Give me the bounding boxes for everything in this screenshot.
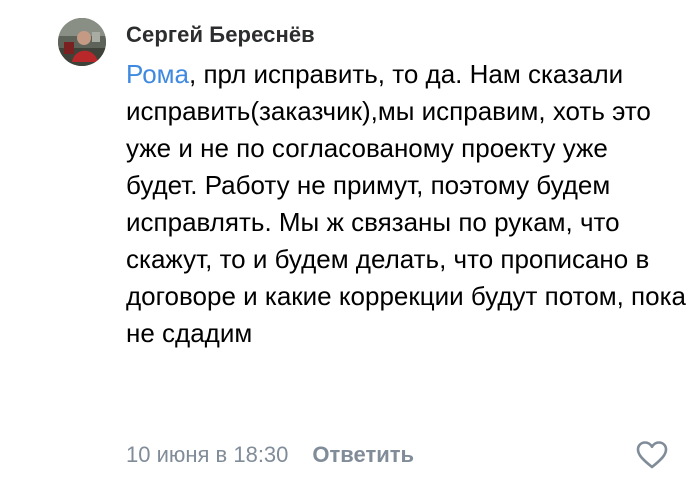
comment-author[interactable]: Сергей Береснёв — [126, 22, 315, 48]
mention-link[interactable]: Рома — [126, 59, 189, 89]
comment: Сергей Береснёв Рома, прл исправить, то … — [0, 0, 700, 501]
avatar-photo — [58, 18, 106, 66]
heart-outline-icon — [636, 441, 668, 469]
comment-date[interactable]: 10 июня в 18:30 — [126, 442, 288, 468]
comment-meta: 10 июня в 18:30 Ответить — [126, 440, 414, 470]
comment-text: Рома, прл исправить, то да. Нам сказали … — [126, 56, 686, 352]
reply-button[interactable]: Ответить — [312, 442, 414, 468]
author-avatar[interactable] — [58, 18, 106, 66]
comment-message: , прл исправить, то да. Нам сказали испр… — [126, 59, 686, 348]
like-button[interactable] — [636, 440, 668, 470]
